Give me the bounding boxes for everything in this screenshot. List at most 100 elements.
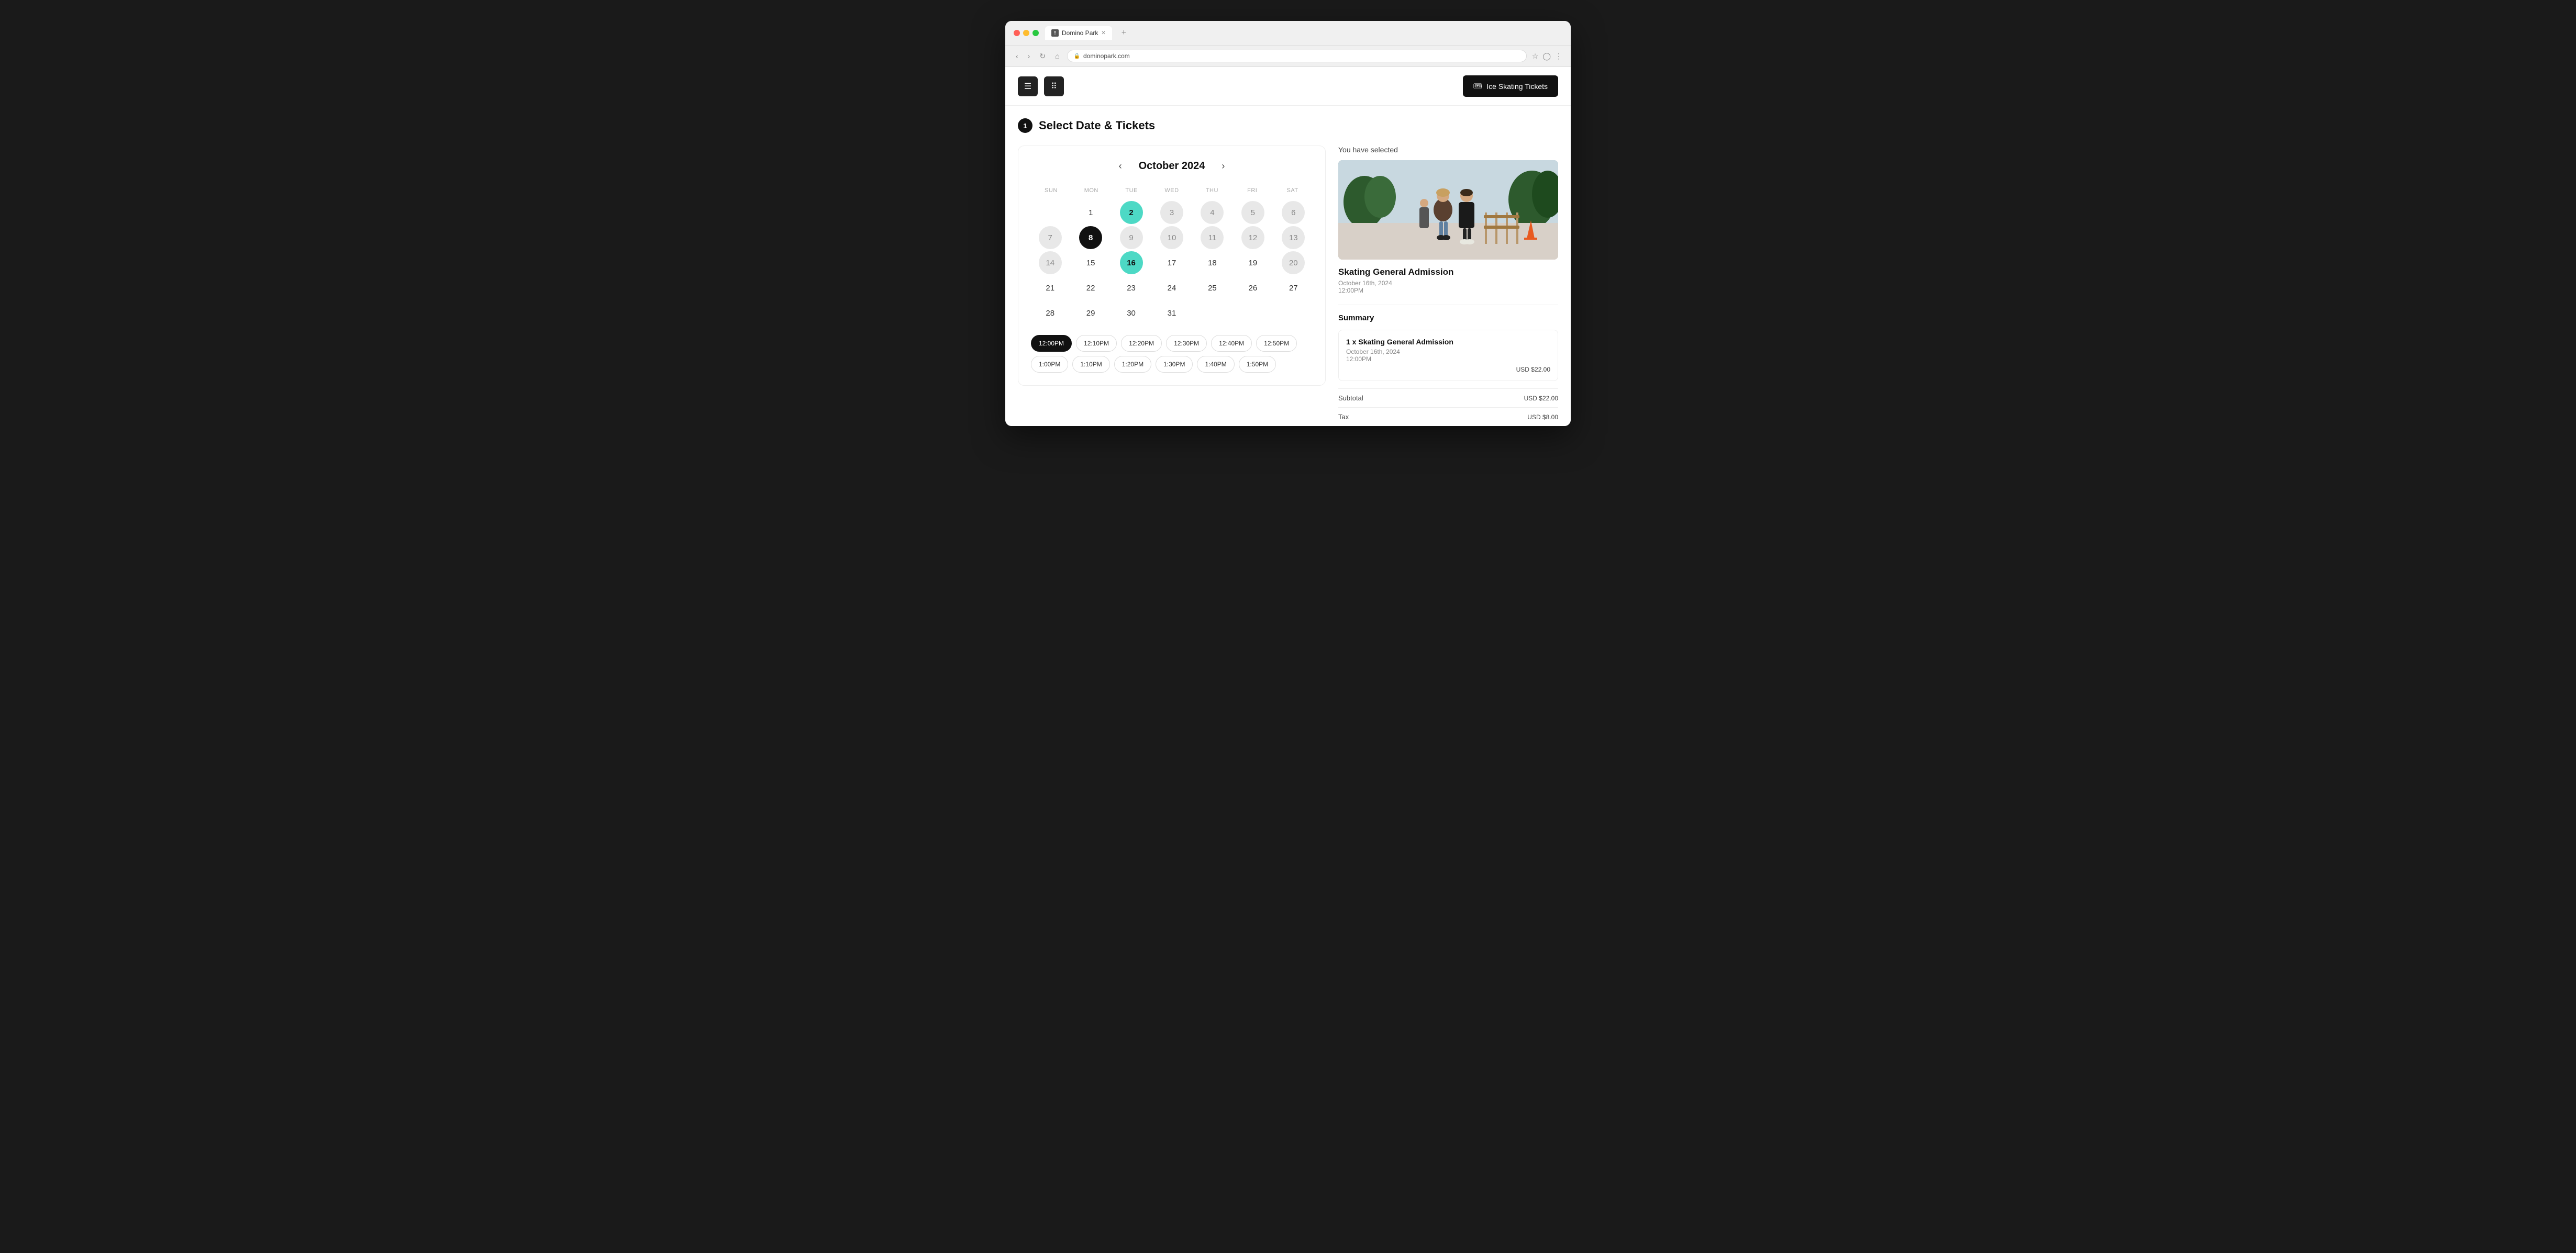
calendar-day-12[interactable]: 12 xyxy=(1241,226,1264,249)
calendar-day-18[interactable]: 18 xyxy=(1201,251,1224,274)
subtotal-row: Subtotal USD $22.00 xyxy=(1338,388,1558,407)
time-slot-12-40PM[interactable]: 12:40PM xyxy=(1211,335,1252,352)
summary-item-time: 12:00PM xyxy=(1346,355,1550,363)
calendar-grid: SUN MON TUE WED THU FRI SAT 123456789101… xyxy=(1031,184,1313,325)
tax-row: Tax USD $8.00 xyxy=(1338,407,1558,426)
address-bar[interactable]: 🔒 dominopark.com xyxy=(1067,50,1527,62)
profile-icon[interactable]: ◯ xyxy=(1542,52,1551,61)
calendar-day-22[interactable]: 22 xyxy=(1079,276,1102,299)
calendar-day-6[interactable]: 6 xyxy=(1282,201,1305,224)
calendar-day-5[interactable]: 5 xyxy=(1241,201,1264,224)
subtotal-label: Subtotal xyxy=(1338,394,1363,402)
time-slot-12-30PM[interactable]: 12:30PM xyxy=(1166,335,1207,352)
ice-skating-tickets-button[interactable]: 🎟 Ice Skating Tickets xyxy=(1463,75,1559,97)
calendar-day-14[interactable]: 14 xyxy=(1039,251,1062,274)
calendar-day-20[interactable]: 20 xyxy=(1282,251,1305,274)
time-slot-1-30PM[interactable]: 1:30PM xyxy=(1156,356,1193,373)
home-button[interactable]: ⌂ xyxy=(1053,51,1061,61)
tax-label: Tax xyxy=(1338,413,1349,421)
weekday-tue: TUE xyxy=(1112,184,1152,197)
site-header: ☰ ⠿ 🎟 Ice Skating Tickets xyxy=(1005,67,1571,106)
calendar-day-15[interactable]: 15 xyxy=(1079,251,1102,274)
menu-icon[interactable]: ⋮ xyxy=(1555,52,1562,61)
weekday-fri: FRI xyxy=(1232,184,1272,197)
section-header: 1 Select Date & Tickets xyxy=(1018,118,1558,133)
close-dot[interactable] xyxy=(1014,30,1020,36)
chevron-left-icon: ‹ xyxy=(1119,161,1122,171)
calendar-day-29[interactable]: 29 xyxy=(1079,301,1102,325)
calendar-day-25[interactable]: 25 xyxy=(1201,276,1224,299)
calendar-day-9[interactable]: 9 xyxy=(1120,226,1143,249)
time-slot-12-50PM[interactable]: 12:50PM xyxy=(1256,335,1297,352)
calendar-panel: ‹ October 2024 › SUN MON TUE WED xyxy=(1018,146,1326,386)
calendar-day-8[interactable]: 8 xyxy=(1079,226,1102,249)
calendar-month-title: October 2024 xyxy=(1139,160,1205,172)
venue-illustration xyxy=(1338,160,1558,260)
tab-close-button[interactable]: ✕ xyxy=(1101,30,1105,36)
browser-titlebar: ⠿ Domino Park ✕ + xyxy=(1005,21,1571,46)
calendar-day-19[interactable]: 19 xyxy=(1241,251,1264,274)
summary-item-price: USD $22.00 xyxy=(1346,366,1550,373)
calendar-day-23[interactable]: 23 xyxy=(1120,276,1143,299)
time-slot-1-40PM[interactable]: 1:40PM xyxy=(1197,356,1234,373)
weekday-sat: SAT xyxy=(1272,184,1313,197)
calendar-next-button[interactable]: › xyxy=(1217,159,1229,174)
hamburger-button[interactable]: ☰ xyxy=(1018,76,1038,96)
bookmark-icon[interactable]: ☆ xyxy=(1532,52,1539,61)
dots-button[interactable]: ⠿ xyxy=(1044,76,1064,96)
reload-button[interactable]: ↻ xyxy=(1037,51,1048,62)
time-slot-1-00PM[interactable]: 1:00PM xyxy=(1031,356,1068,373)
calendar-day-31[interactable]: 31 xyxy=(1160,301,1183,325)
calendar-day-26[interactable]: 26 xyxy=(1241,276,1264,299)
calendar-day-empty xyxy=(1039,201,1062,224)
forward-button[interactable]: › xyxy=(1026,51,1032,61)
page-content: ☰ ⠿ 🎟 Ice Skating Tickets 1 Select Date … xyxy=(1005,67,1571,426)
time-slot-1-10PM[interactable]: 1:10PM xyxy=(1072,356,1109,373)
calendar-day-16[interactable]: 16 xyxy=(1120,251,1143,274)
calendar-day-13[interactable]: 13 xyxy=(1282,226,1305,249)
browser-dots xyxy=(1014,30,1039,36)
new-tab-button[interactable]: + xyxy=(1118,28,1129,38)
browser-actions: ☆ ◯ ⋮ xyxy=(1532,52,1562,61)
ticket-icon: 🎟 xyxy=(1473,82,1483,91)
time-slot-1-50PM[interactable]: 1:50PM xyxy=(1239,356,1276,373)
calendar-prev-button[interactable]: ‹ xyxy=(1115,159,1126,174)
maximize-dot[interactable] xyxy=(1032,30,1039,36)
calendar-day-3[interactable]: 3 xyxy=(1160,201,1183,224)
browser-window: ⠿ Domino Park ✕ + ‹ › ↻ ⌂ 🔒 dominopark.c… xyxy=(1005,21,1571,426)
calendar-day-10[interactable]: 10 xyxy=(1160,226,1183,249)
minimize-dot[interactable] xyxy=(1023,30,1029,36)
calendar-day-11[interactable]: 11 xyxy=(1201,226,1224,249)
hamburger-icon: ☰ xyxy=(1024,81,1031,92)
tab-favicon: ⠿ xyxy=(1051,29,1059,37)
header-left: ☰ ⠿ xyxy=(1018,76,1064,96)
calendar-day-2[interactable]: 2 xyxy=(1120,201,1143,224)
calendar-day-4[interactable]: 4 xyxy=(1201,201,1224,224)
time-slot-1-20PM[interactable]: 1:20PM xyxy=(1114,356,1151,373)
calendar-day-17[interactable]: 17 xyxy=(1160,251,1183,274)
calendar-day-28[interactable]: 28 xyxy=(1039,301,1062,325)
calendar-day-21[interactable]: 21 xyxy=(1039,276,1062,299)
calendar-day-24[interactable]: 24 xyxy=(1160,276,1183,299)
event-datetime: October 16th, 2024 12:00PM xyxy=(1338,279,1558,294)
calendar-day-7[interactable]: 7 xyxy=(1039,226,1062,249)
time-slot-12-20PM[interactable]: 12:20PM xyxy=(1121,335,1162,352)
time-slot-12-00PM[interactable]: 12:00PM xyxy=(1031,335,1072,352)
calendar-weekdays: SUN MON TUE WED THU FRI SAT xyxy=(1031,184,1313,197)
browser-tab[interactable]: ⠿ Domino Park ✕ xyxy=(1045,26,1112,40)
summary-card: 1 x Skating General Admission October 16… xyxy=(1338,330,1558,381)
time-slot-12-10PM[interactable]: 12:10PM xyxy=(1076,335,1117,352)
calendar-days: 1234567891011121314151617181920212223242… xyxy=(1031,201,1313,325)
weekday-wed: WED xyxy=(1152,184,1192,197)
cta-button-label: Ice Skating Tickets xyxy=(1486,82,1548,91)
page-title: Select Date & Tickets xyxy=(1039,119,1155,132)
event-date: October 16th, 2024 xyxy=(1338,279,1392,287)
summary-item-title: 1 x Skating General Admission xyxy=(1346,338,1550,346)
calendar-day-30[interactable]: 30 xyxy=(1120,301,1143,325)
summary-label: Summary xyxy=(1338,314,1558,322)
back-button[interactable]: ‹ xyxy=(1014,51,1020,61)
calendar-day-1[interactable]: 1 xyxy=(1079,201,1102,224)
step-badge: 1 xyxy=(1018,118,1032,133)
event-time: 12:00PM xyxy=(1338,287,1363,294)
calendar-day-27[interactable]: 27 xyxy=(1282,276,1305,299)
